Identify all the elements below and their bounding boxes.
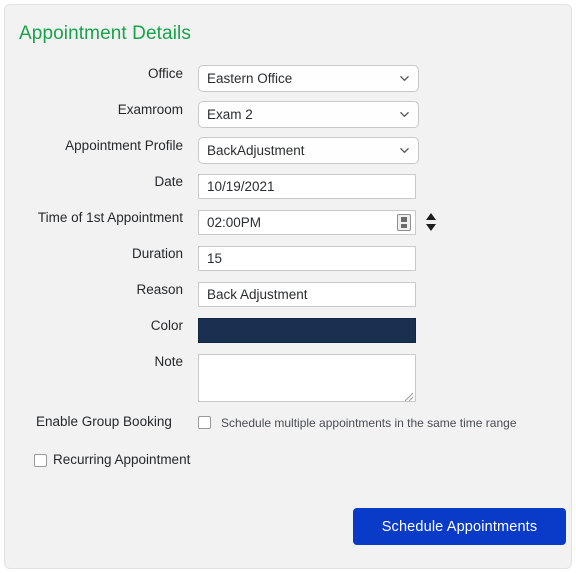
chevron-down-icon: [400, 110, 409, 119]
date-input[interactable]: 10/19/2021: [198, 174, 416, 199]
chevron-down-icon: [400, 74, 409, 83]
duration-label: Duration: [131, 246, 183, 261]
examroom-label-wrap: Examroom: [5, 102, 183, 122]
office-select[interactable]: Eastern Office: [198, 65, 419, 92]
examroom-select-value: Exam 2: [207, 107, 253, 122]
date-input-value: 10/19/2021: [207, 179, 275, 194]
reason-label: Reason: [136, 282, 183, 297]
time-field-group: 02:00PM: [198, 210, 416, 235]
reason-label-wrap: Reason: [5, 282, 183, 302]
examroom-label: Examroom: [117, 102, 183, 117]
appointment-profile-label-wrap: Appointment Profile: [5, 138, 183, 158]
date-label: Date: [154, 174, 183, 189]
office-label: Office: [147, 66, 183, 81]
recurring-appointment-checkbox[interactable]: [34, 454, 47, 467]
time-input-value: 02:00PM: [207, 215, 262, 230]
appointment-profile-select-value: BackAdjustment: [207, 143, 305, 158]
time-stepper[interactable]: [424, 210, 438, 234]
note-label-wrap: Note: [5, 354, 183, 374]
resize-handle-icon[interactable]: [403, 389, 414, 402]
group-booking-checkbox[interactable]: [198, 416, 211, 429]
time-input[interactable]: 02:00PM: [198, 210, 416, 235]
appointment-profile-select[interactable]: BackAdjustment: [198, 137, 419, 164]
time-picker-icon-bar-bottom: [401, 224, 407, 228]
appointment-details-panel: Appointment Details Office Eastern Offic…: [4, 4, 572, 569]
time-label-wrap: Time of 1st Appointment: [5, 210, 183, 230]
office-label-wrap: Office: [5, 66, 183, 86]
office-select-value: Eastern Office: [207, 71, 293, 86]
page-title: Appointment Details: [19, 23, 191, 44]
reason-input[interactable]: Back Adjustment: [198, 282, 416, 307]
date-label-wrap: Date: [5, 174, 183, 194]
color-swatch[interactable]: [198, 318, 416, 343]
note-textarea[interactable]: [198, 354, 416, 402]
appointment-profile-label: Appointment Profile: [65, 138, 183, 153]
reason-input-value: Back Adjustment: [207, 287, 308, 302]
duration-input-value: 15: [207, 251, 223, 266]
color-label: Color: [150, 318, 183, 333]
group-booking-label: Enable Group Booking: [36, 414, 172, 429]
time-picker-icon[interactable]: [397, 214, 411, 231]
time-label: Time of 1st Appointment: [37, 210, 183, 225]
duration-input[interactable]: 15: [198, 246, 416, 271]
chevron-down-icon: [400, 146, 409, 155]
examroom-select[interactable]: Exam 2: [198, 101, 419, 128]
color-label-wrap: Color: [5, 318, 183, 338]
schedule-appointments-button[interactable]: Schedule Appointments: [353, 508, 566, 545]
recurring-appointment-label: Recurring Appointment: [53, 452, 191, 467]
duration-label-wrap: Duration: [5, 246, 183, 266]
note-label: Note: [154, 354, 183, 369]
time-picker-icon-bar-top: [401, 217, 407, 222]
group-booking-description: Schedule multiple appointments in the sa…: [221, 416, 517, 430]
